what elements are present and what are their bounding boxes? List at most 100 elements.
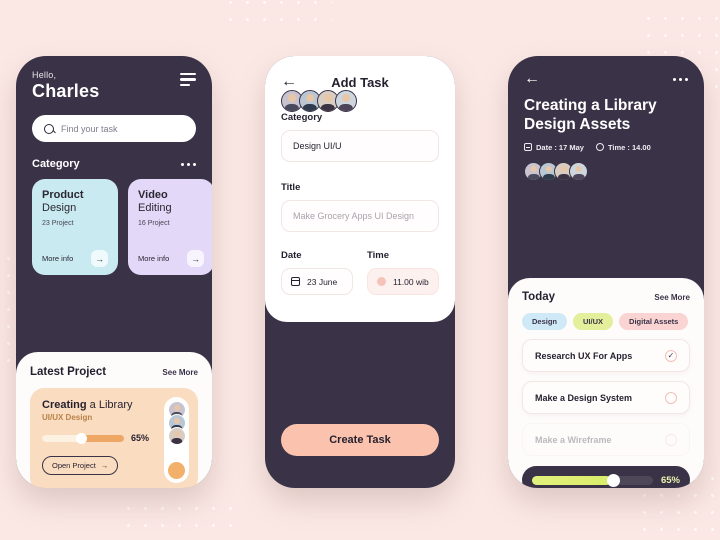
task-item[interactable]: Make a Wireframe [522, 423, 690, 456]
date-value: 23 June [307, 276, 338, 287]
task-meta-row: Date : 17 May Time : 14.00 [524, 143, 688, 152]
date-field-label: Date [281, 250, 302, 261]
latest-project-title: Latest Project [30, 366, 107, 378]
task-date-text: Date : 17 May [536, 142, 584, 152]
date-picker-field[interactable]: 23 June [281, 268, 353, 295]
category-card[interactable]: Video Editing 16 Project More info → [128, 179, 212, 275]
time-picker-field[interactable]: 11.00 wib [367, 268, 439, 295]
category-card-title-1: Product [42, 189, 84, 201]
progress-track[interactable] [532, 473, 653, 487]
phone-screen-task-detail: ← Creating a Library Design Assets Date … [508, 56, 704, 488]
phone-screen-add-task: ← Add Task Category Design UI/U Title Ma… [265, 56, 455, 488]
latest-project-card[interactable]: Creating a Library UI/UX Design 65% Open… [30, 388, 198, 488]
today-header: Today See More [522, 291, 690, 303]
search-placeholder: Find your task [61, 123, 118, 134]
overall-progress-bar[interactable]: 65% [522, 466, 690, 488]
decorative-dots-top-left [222, 0, 332, 34]
category-section-header: Category [16, 158, 212, 170]
search-icon [44, 123, 54, 134]
project-progress-percent: 65% [131, 433, 150, 443]
tag-chip[interactable]: UI/UX [573, 313, 614, 330]
task-date-meta: Date : 17 May [524, 143, 584, 152]
task-item-label: Make a Wireframe [535, 434, 612, 445]
task-detail-title: Creating a Library Design Assets [524, 97, 688, 135]
project-card-title-rest: a Library [86, 399, 133, 411]
phone-screen-home: Hello, Charles Find your task Category P… [16, 56, 212, 488]
category-card-count: 23 Project [42, 219, 74, 227]
back-arrow-icon[interactable]: ← [524, 71, 540, 87]
tag-chip[interactable]: Digital Assets [619, 313, 689, 330]
category-more-info-label: More info [138, 254, 170, 263]
category-title: Category [32, 158, 80, 170]
project-progress-bar[interactable] [42, 432, 124, 444]
latest-project-panel: Latest Project See More Creating a Libra… [16, 352, 212, 488]
task-item-label: Research UX For Apps [535, 350, 633, 361]
task-checkbox[interactable] [665, 391, 677, 404]
category-card-footer: More info → [138, 250, 204, 267]
avatar[interactable] [335, 90, 357, 112]
task-time-text: Time : 14.00 [607, 142, 651, 152]
more-options-icon[interactable] [673, 77, 688, 81]
today-see-more-link[interactable]: See More [654, 293, 690, 302]
tag-chip[interactable]: Design [522, 313, 568, 330]
progress-knob[interactable] [607, 473, 620, 487]
task-member-avatars [524, 161, 688, 181]
task-item[interactable]: Research UX For Apps ✓ [522, 339, 690, 372]
add-member-button[interactable] [168, 462, 185, 479]
project-progress-knob[interactable] [76, 432, 88, 444]
user-name: Charles [32, 81, 100, 101]
project-member-avatars [164, 397, 189, 483]
category-card-title-2: Editing [138, 201, 172, 214]
home-header: Hello, Charles [16, 56, 212, 102]
calendar-icon [524, 143, 532, 152]
date-field-group: Date 23 June [281, 250, 353, 295]
task-title-line-1: Creating a Library [524, 97, 657, 114]
progress-fill [532, 475, 611, 485]
category-card-list: Product Design 23 Project More info → Vi… [16, 179, 212, 275]
decorative-dots-bottom-left [120, 500, 240, 540]
time-value: 11.00 wib [393, 276, 429, 287]
add-task-topbar: ← Add Task [281, 72, 439, 92]
avatar[interactable] [569, 161, 588, 181]
clock-icon [595, 143, 604, 152]
task-checkbox[interactable] [665, 433, 677, 446]
open-project-arrow-icon: → [100, 461, 109, 470]
category-arrow-icon[interactable]: → [187, 250, 204, 267]
today-panel: Today See More Design UI/UX Digital Asse… [508, 278, 704, 488]
greeting-text: Hello, [32, 70, 57, 80]
category-select-field[interactable]: Design UI/U [281, 130, 439, 162]
more-options-icon[interactable] [181, 162, 196, 166]
task-detail-header: ← Creating a Library Design Assets Date … [508, 56, 704, 181]
task-item[interactable]: Make a Design System [522, 381, 690, 414]
tag-list: Design UI/UX Digital Assets Research [522, 313, 690, 330]
category-card-title-1: Video [138, 189, 168, 201]
task-checkbox[interactable]: ✓ [665, 349, 677, 362]
task-item-label: Make a Design System [535, 392, 633, 403]
latest-see-more-link[interactable]: See More [162, 368, 198, 377]
task-title-line-2: Design Assets [524, 115, 631, 133]
title-field-label: Title [281, 182, 301, 193]
page-title: Add Task [331, 74, 389, 90]
calendar-icon [290, 277, 301, 286]
date-time-row: Date 23 June Time 11.00 wib [281, 250, 439, 295]
category-field-label: Category [281, 112, 323, 123]
project-progress-fill [42, 434, 81, 442]
hamburger-icon[interactable] [180, 73, 196, 86]
category-card-footer: More info → [42, 250, 108, 267]
search-input[interactable]: Find your task [32, 115, 196, 142]
time-field-group: Time 11.00 wib [367, 250, 439, 295]
avatar[interactable] [167, 427, 186, 445]
open-project-button[interactable]: Open Project → [42, 456, 119, 475]
category-card-count: 16 Project [138, 219, 170, 227]
title-input-field[interactable]: Make Grocery Apps UI Design [281, 200, 439, 232]
category-more-info-label: More info [42, 254, 74, 263]
category-card[interactable]: Product Design 23 Project More info → [32, 179, 118, 275]
progress-percent: 65% [660, 474, 680, 486]
category-arrow-icon[interactable]: → [91, 250, 108, 267]
category-card-title-2: Design [42, 201, 77, 214]
project-card-title-bold: Creating [42, 399, 87, 411]
task-time-meta: Time : 14.00 [595, 142, 651, 152]
latest-project-header: Latest Project See More [30, 366, 198, 378]
create-task-button[interactable]: Create Task [281, 424, 439, 456]
open-project-label: Open Project [52, 461, 96, 470]
